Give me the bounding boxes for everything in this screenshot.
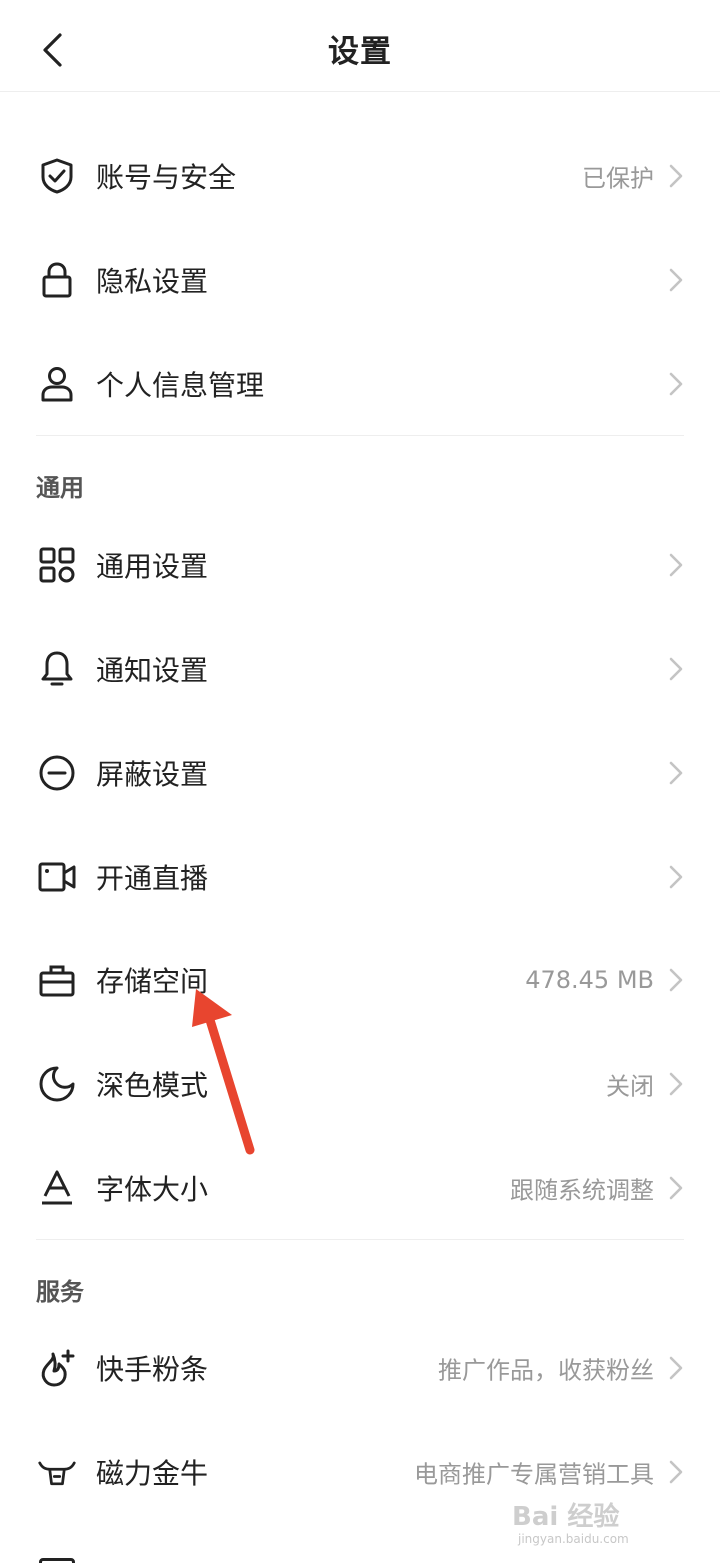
settings-row-value: 电商推广专属营销工具 [414, 1460, 654, 1489]
settings-row-value: 已保护 [582, 164, 654, 193]
section-title-general: 通用 [36, 474, 84, 502]
settings-row-label: 快手粉条 [96, 1353, 209, 1386]
chevron-right-icon [666, 966, 686, 994]
settings-row-value: 跟随系统调整 [510, 1176, 654, 1205]
settings-row-label: 隐私设置 [96, 265, 209, 298]
top-nav-bar: 设置 [0, 0, 720, 92]
settings-row-general[interactable]: 通用设置 [0, 517, 720, 613]
chevron-right-icon [666, 1070, 686, 1098]
chevron-right-icon [666, 863, 686, 891]
chevron-right-icon [666, 162, 686, 190]
chevron-right-icon [666, 370, 686, 398]
settings-row-label: 字体大小 [96, 1173, 209, 1206]
settings-row-block[interactable]: 屏蔽设置 [0, 725, 720, 821]
moon-icon [37, 1064, 77, 1104]
annotation-arrow-icon [192, 989, 255, 1155]
chevron-right-icon [666, 1174, 686, 1202]
settings-row-storage[interactable]: 存储空间 478.45 MB [0, 932, 720, 1028]
settings-row-dark-mode[interactable]: 深色模式 关闭 [0, 1036, 720, 1132]
grid-apps-icon [37, 545, 77, 585]
chevron-right-icon [666, 266, 686, 294]
shield-check-icon [37, 156, 77, 196]
watermark-url: jingyan.baidu.com [518, 1532, 629, 1546]
chevron-right-icon [666, 1458, 686, 1486]
settings-row-account-security[interactable]: 账号与安全 已保护 [0, 128, 720, 224]
font-size-icon [37, 1168, 77, 1208]
settings-row-privacy[interactable]: 隐私设置 [0, 232, 720, 328]
settings-row-notifications[interactable]: 通知设置 [0, 621, 720, 717]
video-camera-icon [37, 857, 77, 897]
watermark-brand: Bai 经验 [512, 1502, 620, 1532]
settings-row-value: 推广作品，收获粉丝 [438, 1356, 654, 1385]
bull-icon [37, 1452, 77, 1492]
settings-row-value: 关闭 [606, 1072, 654, 1101]
user-icon [37, 364, 77, 404]
chevron-right-icon [666, 655, 686, 683]
settings-row-personal-info[interactable]: 个人信息管理 [0, 336, 720, 432]
settings-row-font-size[interactable]: 字体大小 跟随系统调整 [0, 1140, 720, 1236]
section-title-service: 服务 [36, 1278, 84, 1306]
page-title: 设置 [328, 34, 392, 70]
briefcase-icon [37, 960, 77, 1000]
settings-row-fans-promo[interactable]: 快手粉条 推广作品，收获粉丝 [0, 1320, 720, 1416]
minus-circle-icon [37, 753, 77, 793]
settings-row-label: 开通直播 [96, 862, 209, 895]
settings-row-label: 通知设置 [96, 654, 209, 687]
settings-row-value: 478.45 MB [525, 966, 654, 994]
chevron-right-icon [666, 1354, 686, 1382]
settings-row-live[interactable]: 开通直播 [0, 829, 720, 925]
settings-row-label: 屏蔽设置 [96, 758, 209, 791]
chevron-right-icon [666, 551, 686, 579]
settings-row-label: 个人信息管理 [96, 369, 265, 402]
settings-row-label: 磁力金牛 [96, 1457, 209, 1490]
bell-icon [37, 649, 77, 689]
settings-row-label: 通用设置 [96, 550, 209, 583]
section-divider [36, 435, 684, 436]
partial-row-icon [39, 1558, 75, 1563]
baidu-jingyan-watermark: Bai 经验 jingyan.baidu.com [504, 1494, 684, 1554]
section-divider [36, 1239, 684, 1240]
flame-plus-icon [37, 1348, 77, 1388]
settings-row-label: 账号与安全 [96, 161, 237, 194]
chevron-right-icon [666, 759, 686, 787]
lock-icon [37, 260, 77, 300]
